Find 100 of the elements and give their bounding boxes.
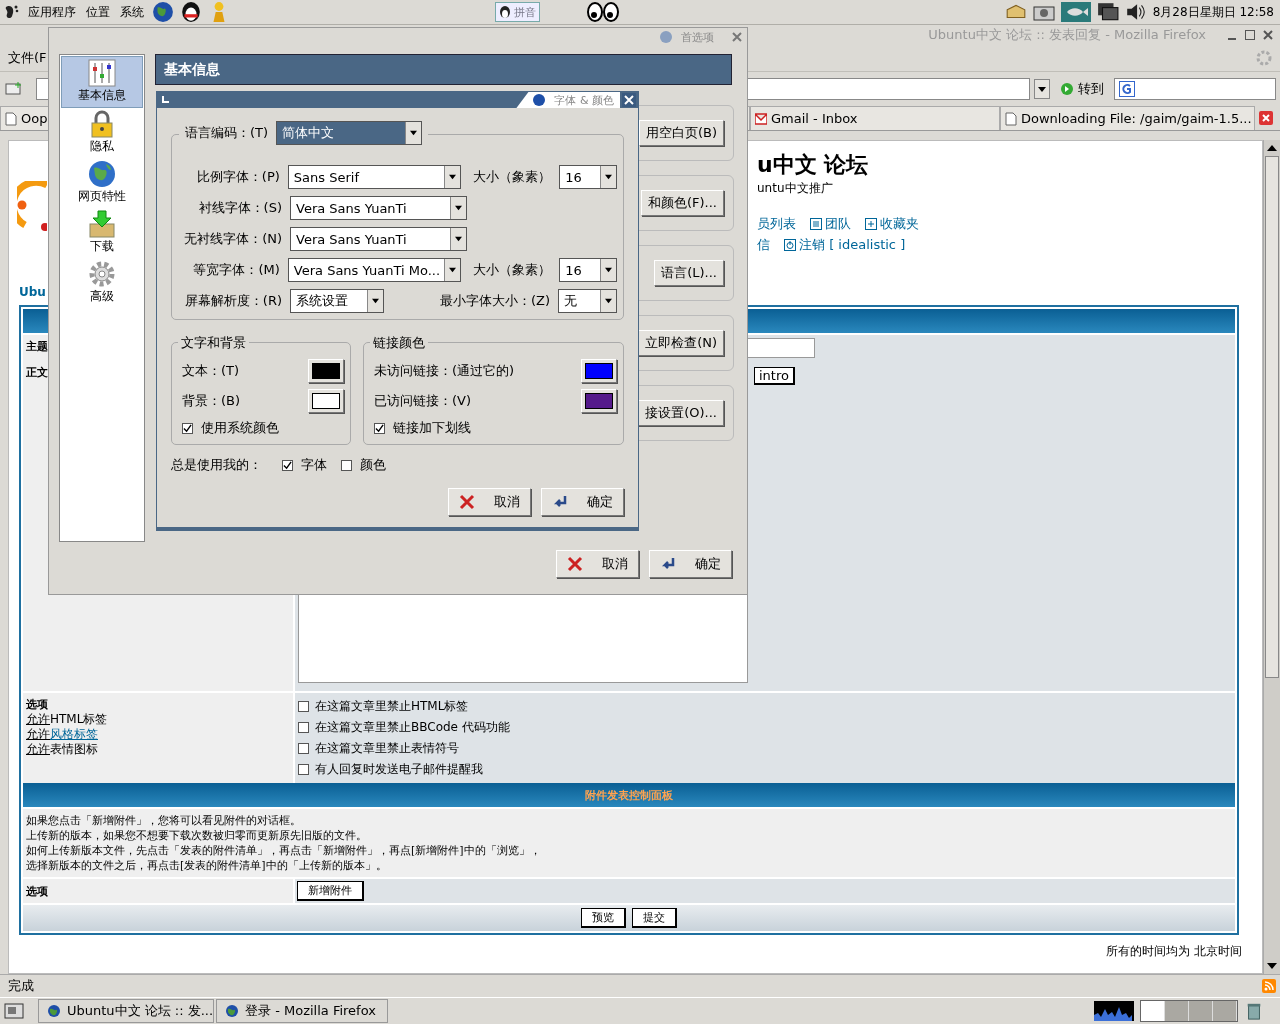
intro-button[interactable]: intro xyxy=(754,367,795,385)
maximize-icon[interactable] xyxy=(1244,29,1256,41)
field-label: 背景：(B) xyxy=(182,392,242,410)
font-dropdown[interactable]: Vera Sans YuanTi xyxy=(290,227,467,251)
page-icon xyxy=(1005,111,1017,126)
browser-tab[interactable]: Downloading File: /gaim/gaim-1.5... xyxy=(1000,106,1255,130)
forum-title: u中文 论坛 xyxy=(757,151,870,179)
category-item[interactable]: 基本信息 xyxy=(61,56,143,108)
settings-button[interactable]: 用空白页(B) xyxy=(638,120,724,146)
settings-button[interactable]: 和颜色(F)... xyxy=(640,190,724,216)
ok-button[interactable]: 确定 xyxy=(649,550,732,578)
workspace-switcher[interactable] xyxy=(1140,1000,1238,1022)
menu-item[interactable]: 文件(F xyxy=(8,49,47,67)
window-title: Ubuntu中文 论坛 :: 发表回复 - Mozilla Firefox xyxy=(928,26,1206,44)
group-title: 链接颜色 xyxy=(370,334,428,352)
font-dropdown[interactable]: Sans Serif xyxy=(287,165,462,189)
settings-button[interactable]: 接设置(O)... xyxy=(638,400,724,426)
color-button[interactable] xyxy=(581,359,617,383)
settings-button[interactable]: 立即检查(N) xyxy=(638,330,724,356)
category-item[interactable]: 高级 xyxy=(61,258,143,308)
nav-link[interactable]: 信 xyxy=(757,235,770,254)
globe-icon xyxy=(225,1004,239,1018)
settings-button[interactable]: 语言(L)... xyxy=(654,260,724,286)
size-dropdown[interactable]: 无 xyxy=(558,289,617,313)
scrollbar[interactable] xyxy=(1263,140,1280,974)
ok-button[interactable]: 确定 xyxy=(541,488,624,516)
up-arrow-icon[interactable] xyxy=(1267,145,1277,151)
preview-button[interactable]: 预览 xyxy=(581,908,626,928)
font-dropdown[interactable]: Vera Sans YuanTi xyxy=(290,196,467,220)
panel-menu[interactable]: 位置 xyxy=(84,3,112,21)
checkbox[interactable]: 颜色 xyxy=(341,456,386,474)
input-method-label: 拼音 xyxy=(513,4,536,20)
sliders-icon xyxy=(88,59,116,87)
cross-icon xyxy=(459,494,475,510)
nav-link[interactable]: 团队 xyxy=(825,214,851,233)
size-dropdown[interactable]: 16 xyxy=(559,165,617,189)
input-method-indicator[interactable]: 拼音 xyxy=(494,2,540,22)
help-text: 如何上传新版本文件，先点击「发表的附件清单」，再点击「新增附件」，再点[新增附件]中的「浏览」， xyxy=(26,843,542,858)
category-item[interactable]: 网页特性 xyxy=(61,158,143,208)
caret-icon xyxy=(444,166,461,188)
size-dropdown[interactable]: 16 xyxy=(559,258,617,282)
caret-icon xyxy=(1038,86,1046,92)
help-text: 如果您点击「新增附件」，您将可以看见附件的对话框。 xyxy=(26,813,302,828)
nav-link[interactable]: 收藏夹 xyxy=(880,214,919,233)
section-title: 附件发表控制面板 xyxy=(585,787,673,803)
permission-text: 允许表情图标 xyxy=(26,742,99,757)
nav-link[interactable]: 员列表 xyxy=(757,214,796,233)
cancel-button[interactable]: 取消 xyxy=(556,550,639,578)
fish-icon[interactable] xyxy=(1060,1,1091,23)
close-icon[interactable] xyxy=(732,32,742,42)
cancel-button[interactable]: 取消 xyxy=(448,488,531,516)
check-icon xyxy=(375,423,384,433)
foot-icon[interactable] xyxy=(4,4,20,20)
globe-icon[interactable] xyxy=(152,1,174,23)
go-button[interactable]: 转到 xyxy=(1054,80,1110,98)
category-item[interactable]: 下载 xyxy=(61,208,143,258)
font-dropdown[interactable]: Vera Sans YuanTi Mo... xyxy=(287,258,462,282)
option-checkbox[interactable]: 有人回复时发送电子邮件提醒我 xyxy=(298,759,1232,780)
caret-icon xyxy=(600,166,616,188)
window-menu-icon[interactable] xyxy=(161,95,171,105)
field-label: 衬线字体：(S) xyxy=(197,199,282,217)
site-name[interactable]: Ubu xyxy=(19,285,46,301)
close-icon[interactable] xyxy=(1262,29,1274,41)
dropdown-button[interactable] xyxy=(1034,79,1050,99)
caret-icon xyxy=(600,290,616,312)
monitor-icon[interactable] xyxy=(1096,1,1119,23)
option-checkbox[interactable]: 在这篇文章里禁止HTML标签 xyxy=(298,696,1232,717)
caret-icon xyxy=(444,259,461,281)
resolution-dropdown[interactable]: 系统设置 xyxy=(290,289,384,313)
close-icon[interactable] xyxy=(622,93,636,107)
option-checkbox[interactable]: 在这篇文章里禁止表情符号 xyxy=(298,738,1232,759)
add-attachment-button[interactable]: 新增附件 xyxy=(297,881,364,901)
field-label: 语言编码：(T) xyxy=(185,124,269,142)
language-dropdown[interactable]: 简体中文 xyxy=(276,121,423,145)
taskbar-item[interactable]: Ubuntu中文 论坛 :: 发... xyxy=(38,999,214,1023)
close-tab-icon[interactable] xyxy=(1259,111,1273,125)
page-icon xyxy=(5,111,17,126)
search-field[interactable] xyxy=(1114,78,1276,100)
new-tab-icon[interactable] xyxy=(4,81,24,97)
group-title: 文字和背景 xyxy=(178,334,249,352)
eyes-icon[interactable] xyxy=(585,2,620,22)
color-button[interactable] xyxy=(308,389,344,413)
color-button[interactable] xyxy=(308,359,344,383)
browser-tab[interactable]: Gmail - Inbox xyxy=(750,106,1000,130)
checkbox[interactable]: 链接加下划线 xyxy=(374,419,617,437)
penguin-icon[interactable] xyxy=(180,1,202,23)
caret-icon xyxy=(450,228,466,250)
submit-button[interactable]: 提交 xyxy=(632,908,677,928)
category-item[interactable]: 隐私 xyxy=(61,108,143,158)
color-button[interactable] xyxy=(581,389,617,413)
field-label: 未访问链接：(通过它的) xyxy=(374,362,516,380)
clock[interactable]: 8月28日星期日 12:58 xyxy=(1152,3,1276,21)
nav-link[interactable]: 注销 [ idealistic ] xyxy=(799,235,906,254)
panel-menu[interactable]: 应用程序 xyxy=(26,3,78,21)
down-arrow-icon[interactable] xyxy=(1267,963,1277,969)
plus-icon xyxy=(865,217,877,230)
desktop-icon[interactable] xyxy=(4,1002,24,1020)
panel-menu[interactable]: 系统 xyxy=(118,3,146,21)
option-checkbox[interactable]: 在这篇文章里禁止BBCode 代码功能 xyxy=(298,717,1232,738)
taskbar-item[interactable]: 登录 - Mozilla Firefox xyxy=(216,999,388,1023)
